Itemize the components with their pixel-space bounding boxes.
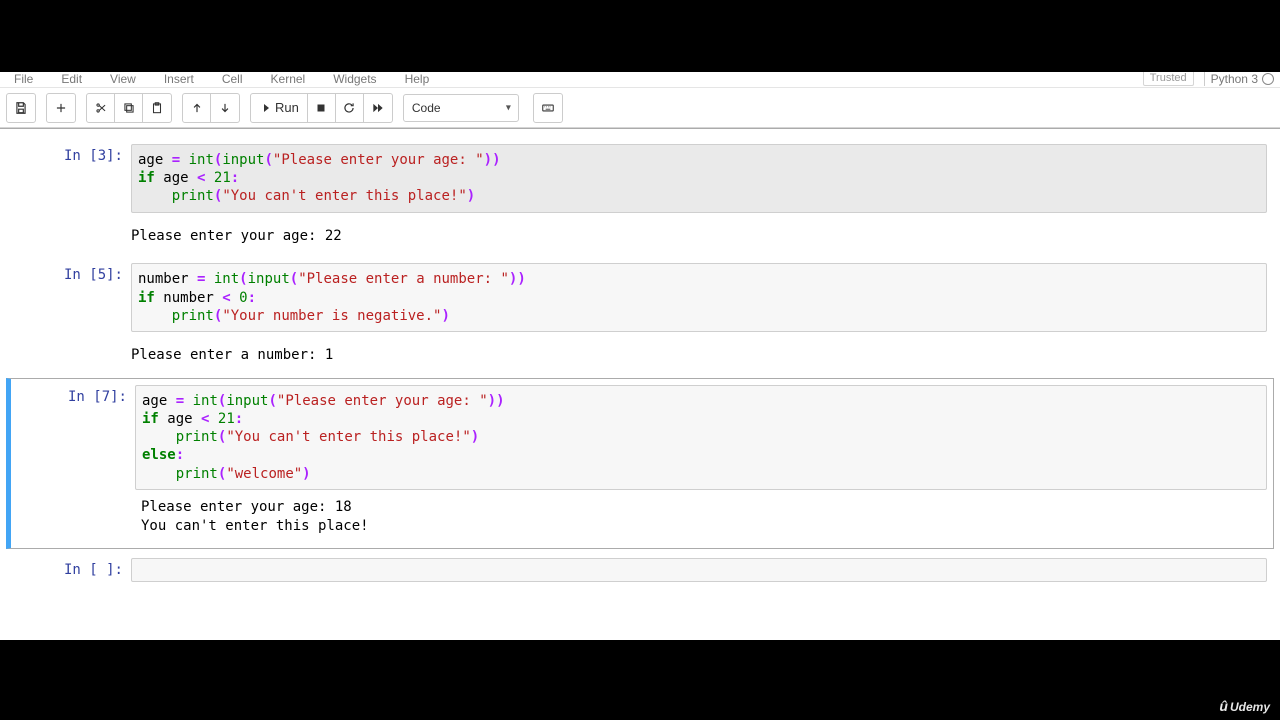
paste-button[interactable] [143,94,171,122]
kernel-name-label: Python 3 [1211,72,1258,86]
input-prompt: In [ ]: [13,558,131,582]
code-cell[interactable]: In [3]:age = int(input("Please enter you… [6,139,1274,218]
udemy-watermark: Udemy [1219,698,1270,714]
celltype-select-wrap: Code [397,94,519,122]
input-prompt: In [5]: [13,263,131,332]
insert-cell-below-button[interactable] [47,94,75,122]
command-palette-button[interactable] [534,94,562,122]
output-area: Please enter a number: 1 [131,342,1267,369]
cut-button[interactable] [87,94,115,122]
arrow-up-icon [190,101,204,115]
letterbox-bottom: Udemy [0,640,1280,720]
interrupt-button[interactable] [308,94,336,122]
toolbar: Run Code [0,88,1280,128]
code-cell[interactable]: In [5]:number = int(input("Please enter … [6,258,1274,337]
code-cell[interactable]: In [7]:age = int(input("Please enter you… [6,378,1274,549]
output-row: Please enter your age: 22 [6,222,1274,255]
code-input[interactable] [131,558,1267,582]
celltype-select[interactable]: Code [403,94,519,122]
kernel-indicator[interactable]: Python 3 [1204,72,1274,86]
restart-icon [342,101,356,115]
save-icon [14,101,28,115]
menu-file[interactable]: File [14,73,33,85]
menu-cell[interactable]: Cell [222,73,243,85]
input-prompt: In [7]: [17,385,135,490]
jupyter-notebook-app: File Edit View Insert Cell Kernel Widget… [0,72,1280,640]
restart-button[interactable] [336,94,364,122]
output-row: Please enter a number: 1 [6,341,1274,374]
run-button-label: Run [275,100,299,115]
keyboard-icon [541,101,555,115]
code-input[interactable]: age = int(input("Please enter your age: … [135,385,1267,490]
stop-icon [314,101,328,115]
fast-forward-icon [371,101,385,115]
plus-icon [54,101,68,115]
trusted-badge[interactable]: Trusted [1143,72,1194,86]
arrow-down-icon [218,101,232,115]
letterbox-top [0,0,1280,72]
menu-kernel[interactable]: Kernel [271,73,306,85]
code-cell[interactable]: In [ ]: [6,553,1274,587]
input-prompt: In [3]: [13,144,131,213]
copy-button[interactable] [115,94,143,122]
menu-view[interactable]: View [110,73,136,85]
run-button[interactable]: Run [251,94,308,122]
notebook-container[interactable]: In [3]:age = int(input("Please enter you… [0,128,1280,640]
menu-insert[interactable]: Insert [164,73,194,85]
code-input[interactable]: age = int(input("Please enter your age: … [131,144,1267,213]
menu-edit[interactable]: Edit [61,73,82,85]
menu-help[interactable]: Help [405,73,430,85]
code-input[interactable]: number = int(input("Please enter a numbe… [131,263,1267,332]
scissors-icon [94,101,108,115]
paste-icon [150,101,164,115]
run-step-icon [259,102,271,114]
copy-icon [122,101,136,115]
move-up-button[interactable] [183,94,211,122]
menubar: File Edit View Insert Cell Kernel Widget… [0,72,1280,88]
output-area: Please enter your age: 22 [131,223,1267,250]
move-down-button[interactable] [211,94,239,122]
menu-widgets[interactable]: Widgets [333,73,376,85]
save-button[interactable] [7,94,35,122]
kernel-idle-icon [1262,73,1274,85]
restart-run-all-button[interactable] [364,94,392,122]
output-area: Please enter your age: 18 You can't ente… [141,494,1261,540]
